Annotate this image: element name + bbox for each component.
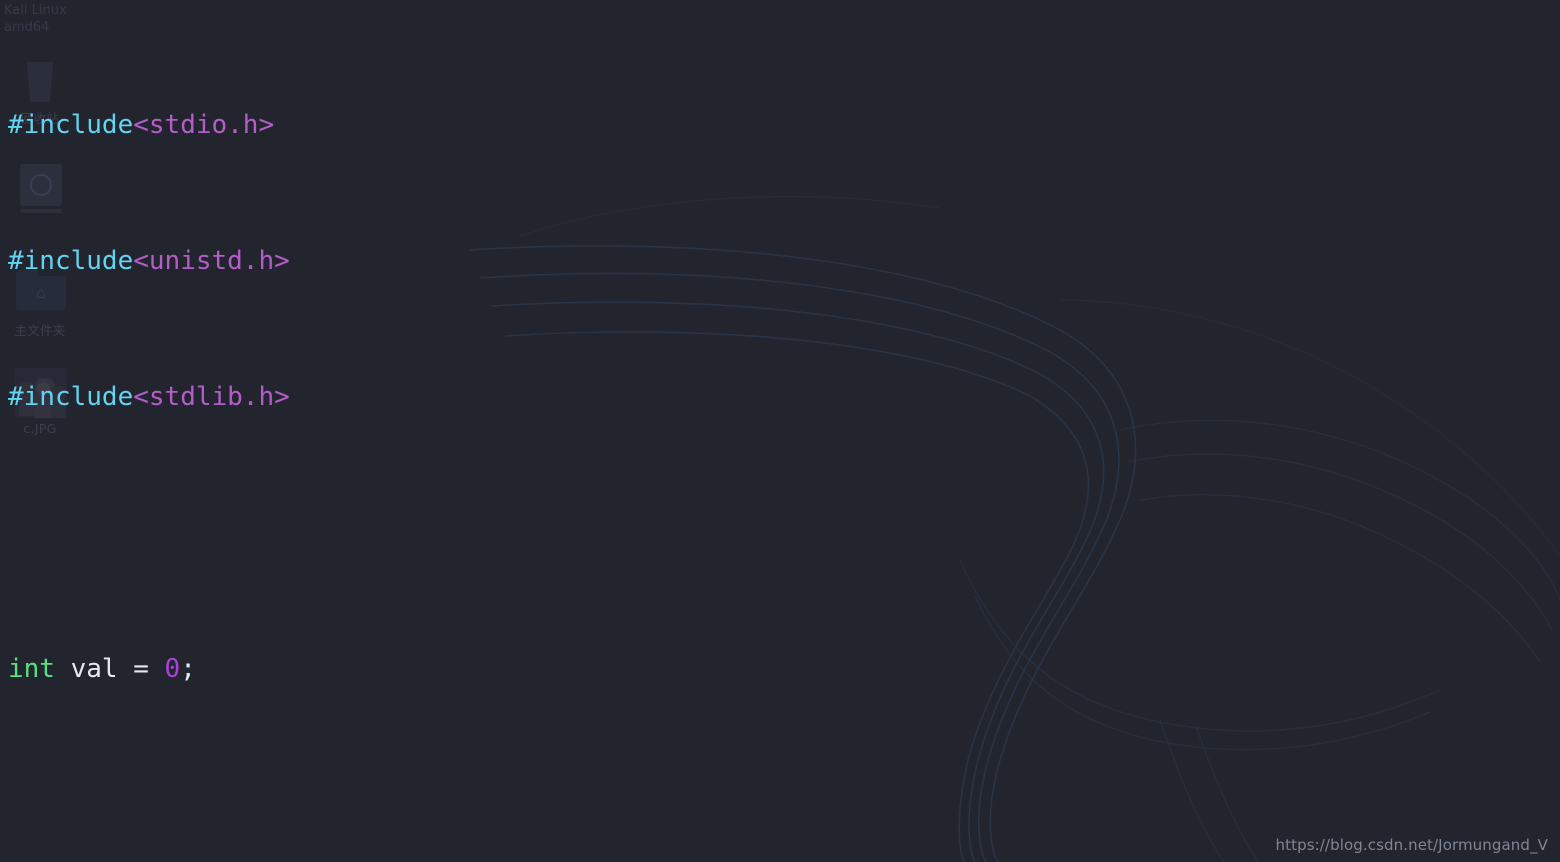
csdn-watermark: https://blog.csdn.net/Jormungand_V: [1275, 836, 1548, 854]
desktop-screen: Kali Linux amd64 回收站 ⌂ 主文件夹 c.JPG #inclu…: [0, 0, 1560, 862]
code-line-2: #include<unistd.h>: [0, 244, 1560, 278]
include-header: <unistd.h>: [133, 246, 290, 276]
include-directive: #include: [8, 110, 134, 140]
include-header: <stdio.h>: [133, 110, 275, 140]
code-line-1: #include<stdio.h>: [0, 108, 1560, 142]
code-editor[interactable]: #include<stdio.h> #include<unistd.h> #in…: [0, 0, 1560, 862]
code-line-5: int val = 0;: [0, 652, 1560, 686]
semicolon: ;: [180, 654, 196, 684]
include-directive: #include: [8, 246, 134, 276]
type-keyword: int: [8, 654, 55, 684]
code-line-3: #include<stdlib.h>: [0, 380, 1560, 414]
declaration-text: val =: [54, 654, 165, 684]
code-line-6-blank: [0, 788, 1560, 822]
number-literal: 0: [164, 654, 181, 684]
code-line-4-blank: [0, 516, 1560, 550]
include-directive: #include: [8, 382, 134, 412]
include-header: <stdlib.h>: [133, 382, 290, 412]
